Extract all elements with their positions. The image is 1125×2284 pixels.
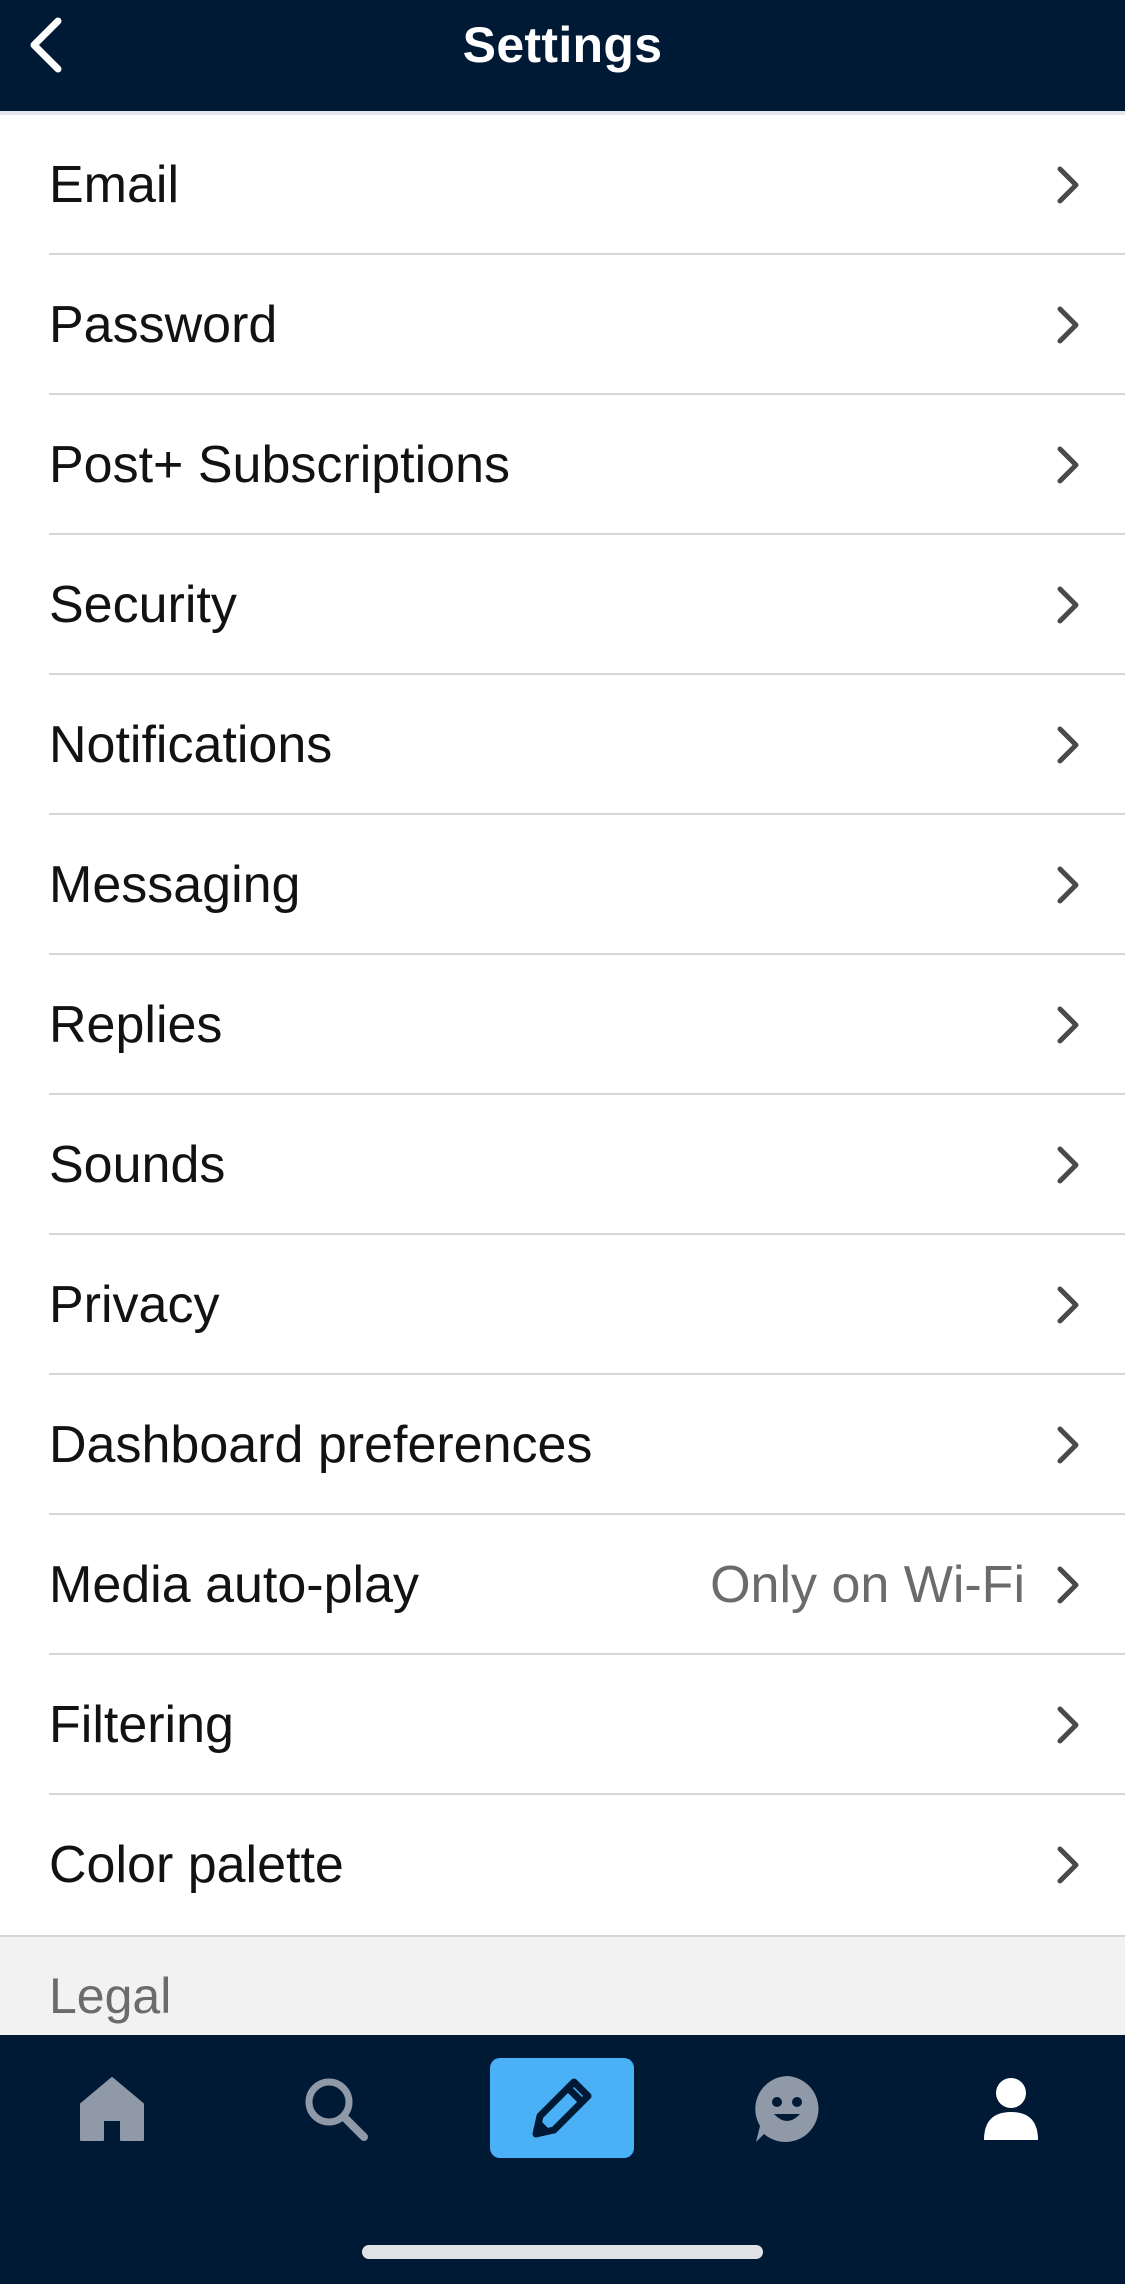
home-indicator <box>362 2245 763 2259</box>
chevron-right-icon <box>1057 306 1079 344</box>
chevron-right-icon <box>1057 1426 1079 1464</box>
settings-item-replies[interactable]: Replies <box>0 955 1125 1095</box>
chevron-right-icon <box>1057 1706 1079 1744</box>
settings-item-security[interactable]: Security <box>0 535 1125 675</box>
settings-item-post-subscriptions[interactable]: Post+ Subscriptions <box>0 395 1125 535</box>
navigation-bar: Settings <box>0 0 1125 111</box>
settings-item-label: Privacy <box>49 1276 220 1334</box>
settings-item-label: Security <box>49 576 237 634</box>
settings-item-privacy[interactable]: Privacy <box>0 1235 1125 1375</box>
tab-search[interactable] <box>286 2057 386 2161</box>
chevron-right-icon <box>1057 166 1079 204</box>
settings-item-media-auto-play[interactable]: Media auto-play Only on Wi-Fi <box>0 1515 1125 1655</box>
tab-account[interactable] <box>961 2057 1061 2161</box>
settings-item-label: Sounds <box>49 1136 226 1194</box>
settings-item-notifications[interactable]: Notifications <box>0 675 1125 815</box>
chevron-right-icon <box>1057 1006 1079 1044</box>
settings-item-label: Filtering <box>49 1696 234 1754</box>
settings-item-value: Only on Wi-Fi <box>710 1556 1025 1614</box>
settings-item-label: Media auto-play <box>49 1556 419 1614</box>
settings-item-label: Color palette <box>49 1836 344 1894</box>
pencil-icon <box>532 2078 592 2138</box>
settings-item-messaging[interactable]: Messaging <box>0 815 1125 955</box>
settings-item-label: Messaging <box>49 856 301 914</box>
settings-item-label: Replies <box>49 996 223 1054</box>
chevron-right-icon <box>1057 1286 1079 1324</box>
tab-home[interactable] <box>62 2057 162 2161</box>
home-icon <box>80 2077 144 2141</box>
chevron-right-icon <box>1057 866 1079 904</box>
chevron-right-icon <box>1057 1846 1079 1884</box>
search-icon <box>305 2078 368 2141</box>
settings-item-label: Post+ Subscriptions <box>49 436 511 494</box>
chevron-right-icon <box>1057 726 1079 764</box>
chevron-right-icon <box>1057 446 1079 484</box>
settings-item-label: Notifications <box>49 716 333 774</box>
chevron-right-icon <box>1057 1146 1079 1184</box>
settings-item-sounds[interactable]: Sounds <box>0 1095 1125 1235</box>
settings-item-dashboard-preferences[interactable]: Dashboard preferences <box>0 1375 1125 1515</box>
settings-item-password[interactable]: Password <box>0 255 1125 395</box>
settings-item-label: Dashboard preferences <box>49 1416 593 1474</box>
person-icon <box>984 2078 1038 2140</box>
tab-activity[interactable] <box>737 2057 837 2161</box>
section-header-legal: Legal <box>0 1935 1125 2037</box>
smiley-icon <box>755 2076 819 2142</box>
settings-item-email[interactable]: Email <box>0 115 1125 255</box>
settings-item-filtering[interactable]: Filtering <box>0 1655 1125 1795</box>
settings-item-label: Password <box>49 296 278 354</box>
settings-list: Email Password Post+ Subscriptions Secur… <box>0 115 1125 1935</box>
tab-bar <box>0 2035 1125 2284</box>
settings-item-color-palette[interactable]: Color palette <box>0 1795 1125 1935</box>
tab-compose[interactable] <box>490 2058 634 2158</box>
section-label: Legal <box>49 1968 172 2024</box>
chevron-right-icon <box>1057 586 1079 624</box>
page-title: Settings <box>462 17 663 73</box>
settings-item-label: Email <box>49 156 180 214</box>
chevron-right-icon <box>1057 1566 1079 1604</box>
